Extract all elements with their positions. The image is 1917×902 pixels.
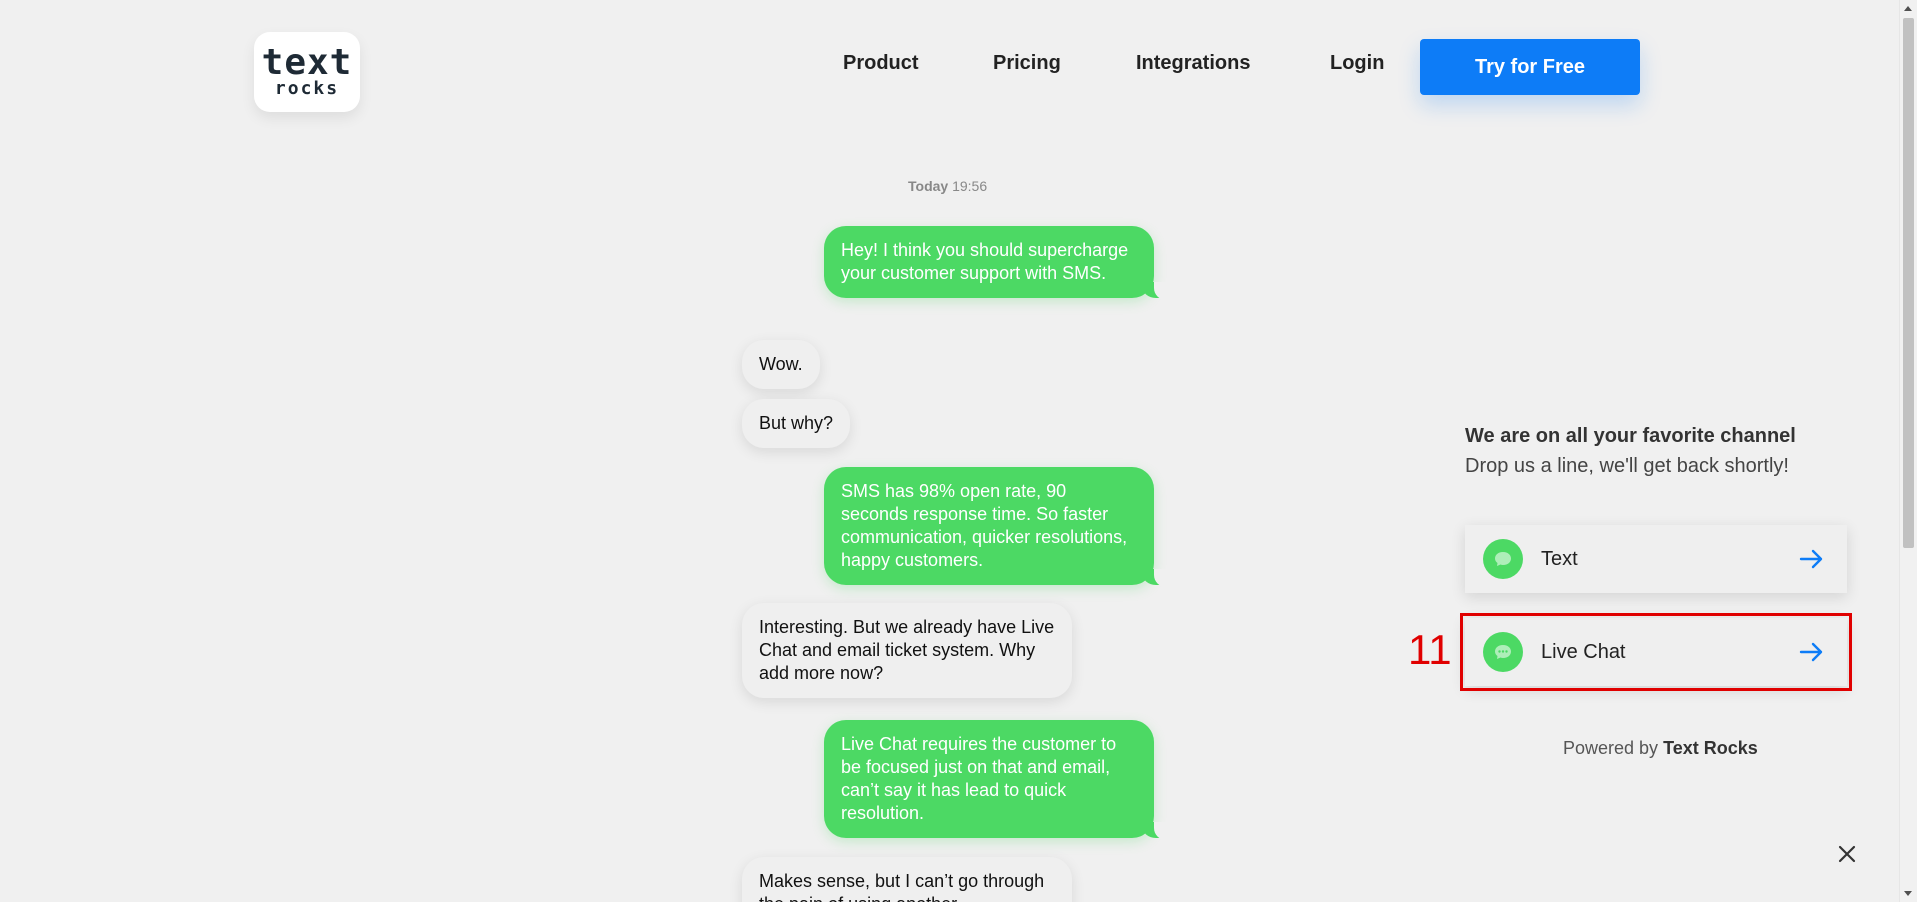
page: text rocks Product Pricing Integrations … (0, 0, 1917, 902)
chat-bubble-outgoing: Hey! I think you should supercharge your… (824, 226, 1174, 300)
scroll-up-icon[interactable] (1904, 6, 1912, 11)
logo[interactable]: text rocks (254, 32, 360, 112)
channel-text-button[interactable]: Text (1465, 525, 1847, 593)
scroll-thumb[interactable] (1903, 18, 1914, 548)
chat-dots-icon (1483, 632, 1523, 672)
chat-bubble-icon (1483, 539, 1523, 579)
chat-bubble-incoming: Wow. (742, 340, 820, 389)
chat-bubble-incoming: But why? (742, 399, 851, 448)
close-widget-button[interactable] (1833, 840, 1861, 868)
close-icon (1838, 845, 1856, 863)
try-for-free-button[interactable]: Try for Free (1420, 39, 1640, 95)
logo-main-text: text (261, 42, 353, 83)
nav-login-link[interactable]: Login (1330, 52, 1384, 75)
timestamp-time: 19:56 (952, 178, 988, 194)
vertical-scrollbar[interactable] (1899, 0, 1917, 902)
powered-by-prefix: Powered by (1563, 738, 1659, 758)
chat-timestamp: Today 19:56 (908, 178, 987, 194)
arrow-right-icon (1797, 637, 1827, 667)
nav-product-link[interactable]: Product (843, 52, 919, 75)
widget-heading: We are on all your favorite channel (1465, 425, 1796, 447)
timestamp-day: Today (908, 178, 949, 194)
scroll-down-icon[interactable] (1904, 891, 1912, 896)
channel-live-chat-label: Live Chat (1541, 640, 1626, 663)
logo-sub-text: rocks (274, 78, 340, 99)
nav-integrations-link[interactable]: Integrations (1136, 52, 1250, 75)
arrow-right-icon (1797, 544, 1827, 574)
channel-live-chat-button[interactable]: Live Chat (1460, 613, 1852, 691)
channel-text-label: Text (1541, 547, 1578, 570)
powered-by-brand[interactable]: Text Rocks (1663, 738, 1758, 758)
nav-pricing-link[interactable]: Pricing (993, 52, 1061, 75)
chat-bubble-outgoing: SMS has 98% open rate, 90 seconds respon… (824, 467, 1174, 587)
chat-bubble-outgoing: Live Chat requires the customer to be fo… (824, 720, 1174, 840)
annotation-number: 11 (1408, 626, 1452, 673)
powered-by: Powered by Text Rocks (1563, 738, 1758, 759)
widget-subheading: Drop us a line, we'll get back shortly! (1465, 455, 1789, 477)
chat-bubble-incoming: Interesting. But we already have Live Ch… (742, 603, 1072, 698)
chat-bubble-incoming: Makes sense, but I can’t go through the … (742, 857, 1072, 902)
